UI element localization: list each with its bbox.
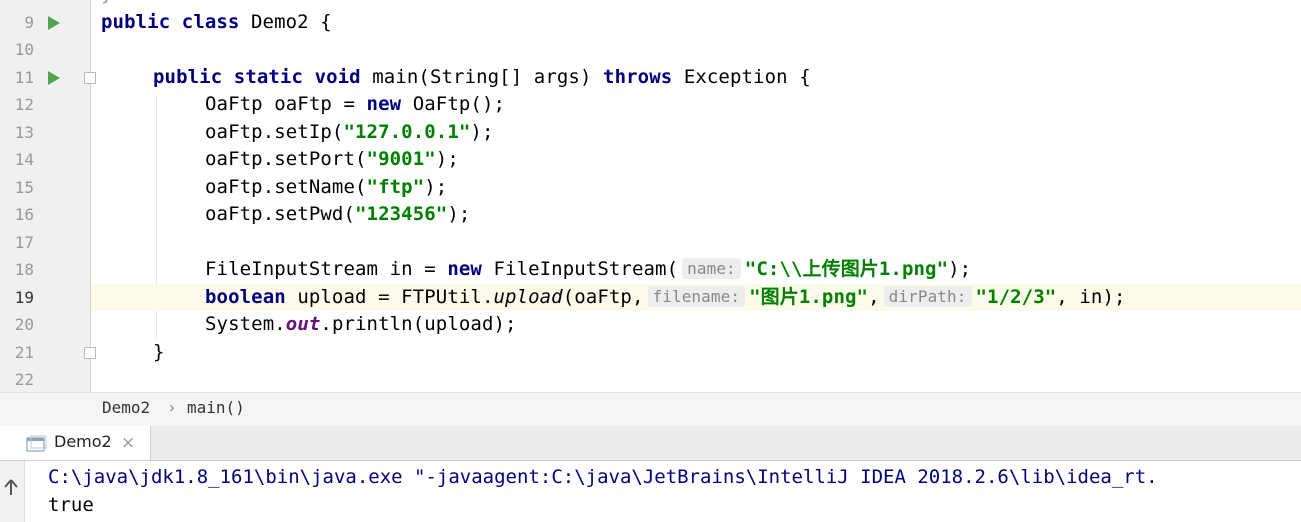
run-tab-label: Demo2 (54, 432, 112, 451)
up-arrow-icon[interactable] (3, 478, 19, 496)
breadcrumb-class[interactable]: Demo2 (102, 393, 150, 423)
parameter-hint-filename: filename: (647, 286, 746, 307)
code-line-12: 12 OaFtp oaFtp = new OaFtp(); (0, 91, 1301, 118)
console-line: true (48, 494, 94, 516)
parameter-hint-name: name: (682, 258, 741, 279)
code-editor[interactable]: } 9 public class Demo2 { 10 11 public st… (0, 0, 1301, 392)
console-window-icon (26, 435, 47, 452)
close-icon[interactable]: × (121, 426, 135, 460)
line-number: 13 (14, 123, 34, 142)
run-main-icon[interactable] (48, 71, 60, 85)
line-number: 12 (14, 95, 34, 114)
code-line-10: 10 (0, 36, 1301, 63)
code-line-14: 14 oaFtp.setPort("9001"); (0, 146, 1301, 173)
line-number: 20 (14, 315, 34, 334)
line-number: 21 (14, 343, 34, 362)
code-line-17: 17 (0, 229, 1301, 256)
line-number: 22 (14, 370, 34, 389)
parameter-hint-dirpath: dirPath: (883, 286, 972, 307)
code-line-19: 19 boolean upload = FTPUtil.upload(oaFtp… (0, 284, 1301, 311)
run-class-icon[interactable] (48, 16, 60, 30)
breadcrumb: Demo2 › main() (0, 392, 1301, 427)
breadcrumb-method[interactable]: main() (187, 393, 245, 423)
code-line-20: 20 System.out.println(upload); (0, 311, 1301, 338)
code-line: } (0, 0, 1301, 8)
line-number: 9 (24, 13, 34, 32)
line-number: 19 (14, 288, 34, 307)
run-tool-bar: Demo2 × (0, 426, 1301, 461)
line-number: 15 (14, 178, 34, 197)
fold-icon[interactable] (84, 347, 96, 359)
code-line-11: 11 public static void main(String[] args… (0, 64, 1301, 91)
line-number: 16 (14, 205, 34, 224)
run-tab-demo2[interactable]: Demo2 × (0, 426, 151, 460)
console-toolbar (0, 461, 25, 522)
line-number: 11 (14, 68, 34, 87)
code-line-15: 15 oaFtp.setName("ftp"); (0, 174, 1301, 201)
code-line-13: 13 oaFtp.setIp("127.0.0.1"); (0, 119, 1301, 146)
console-line: C:\java\jdk1.8_161\bin\java.exe "-javaag… (48, 466, 1158, 488)
code-line-18: 18 FileInputStream in = new FileInputStr… (0, 256, 1301, 283)
code-line-21: 21 } (0, 339, 1301, 366)
code-line-16: 16 oaFtp.setPwd("123456"); (0, 201, 1301, 228)
fold-icon[interactable] (84, 72, 96, 84)
line-number: 18 (14, 260, 34, 279)
line-number: 17 (14, 233, 34, 252)
code-line-9: 9 public class Demo2 { (0, 9, 1301, 36)
run-console[interactable]: C:\java\jdk1.8_161\bin\java.exe "-javaag… (0, 461, 1301, 522)
breadcrumb-separator: › (167, 398, 177, 417)
line-number: 14 (14, 150, 34, 169)
code-line-22: 22 (0, 366, 1301, 392)
line-number: 10 (14, 40, 34, 59)
